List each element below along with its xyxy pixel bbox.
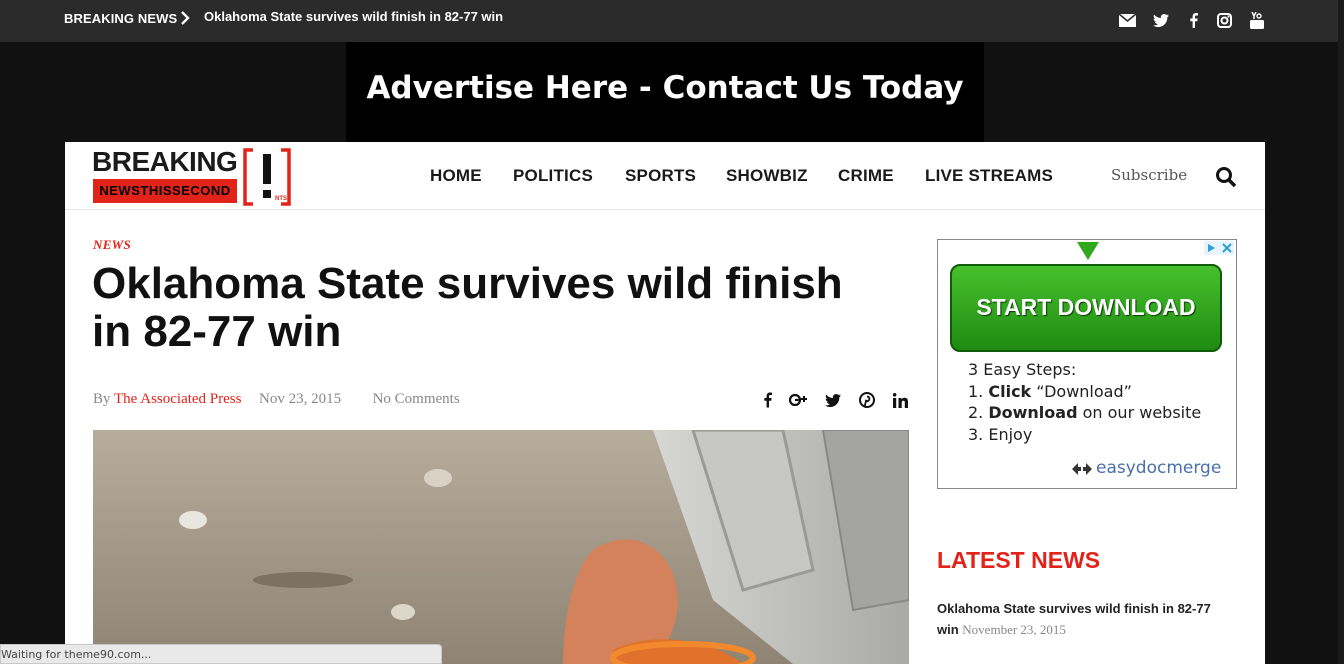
- breaking-news-headline-link[interactable]: Oklahoma State survives wild finish in 8…: [204, 9, 503, 24]
- logo-exclamation-icon: NTS: [243, 148, 297, 211]
- logo-wordmark: BREAKING: [92, 146, 238, 177]
- facebook-icon[interactable]: [1183, 10, 1203, 30]
- browser-status-bar: Waiting for theme90.com...: [0, 644, 442, 664]
- ad-step-2: 2. Download on our website: [968, 403, 1202, 422]
- site-logo[interactable]: BREAKING NEWSTHISSECOND NTS: [92, 146, 297, 206]
- email-icon[interactable]: [1117, 10, 1137, 30]
- nav-showbiz[interactable]: SHOWBIZ: [726, 166, 808, 186]
- start-download-label: START DOWNLOAD: [976, 294, 1196, 320]
- search-icon[interactable]: [1215, 166, 1237, 193]
- ad-choices-icon[interactable]: [1204, 241, 1234, 260]
- subscribe-link[interactable]: Subscribe: [1111, 166, 1187, 184]
- chevron-right-icon: [180, 11, 190, 30]
- status-text: Waiting for theme90.com...: [1, 648, 152, 661]
- latest-news-heading: LATEST NEWS: [937, 547, 1101, 573]
- advertise-banner-text: Advertise Here - Contact Us Today: [366, 70, 964, 106]
- site-header: BREAKING NEWSTHISSECOND NTS HOME POLITIC…: [65, 142, 1265, 210]
- article-date: Nov 23, 2015: [258, 391, 342, 407]
- download-ad[interactable]: START DOWNLOAD 3 Easy Steps: 1. Click “D…: [937, 239, 1237, 489]
- easydocmerge-brand: easydocmerge: [1096, 458, 1222, 478]
- down-arrow-icon: [1077, 242, 1099, 265]
- instagram-icon[interactable]: [1214, 10, 1234, 30]
- article-byline: By The Associated Press Nov 23, 2015 No …: [93, 391, 460, 408]
- ad-steps-title: 3 Easy Steps:: [968, 360, 1077, 379]
- category-label[interactable]: NEWS: [93, 237, 131, 253]
- nav-sports[interactable]: SPORTS: [625, 166, 696, 186]
- article-photo: [93, 430, 909, 664]
- latest-news-date: November 23, 2015: [962, 622, 1066, 637]
- twitter-icon[interactable]: [823, 390, 843, 410]
- article-title: Oklahoma State survives wild finish in 8…: [92, 259, 843, 356]
- main-content-card: BREAKING NEWSTHISSECOND NTS HOME POLITIC…: [65, 142, 1265, 664]
- easydocmerge-logo-icon: [1072, 462, 1092, 480]
- logo-mark-text: NTS: [275, 196, 287, 202]
- pinterest-icon[interactable]: [857, 390, 877, 410]
- byline-prefix: By: [93, 391, 111, 407]
- breaking-news-bar: BREAKING NEWS Oklahoma State survives wi…: [0, 0, 1344, 42]
- nav-politics[interactable]: POLITICS: [513, 166, 593, 186]
- google-plus-icon[interactable]: [788, 390, 808, 410]
- author-link[interactable]: The Associated Press: [114, 391, 241, 407]
- nav-live-streams[interactable]: LIVE STREAMS: [925, 166, 1053, 186]
- ad-step-3: 3. Enjoy: [968, 425, 1033, 444]
- facebook-icon[interactable]: [757, 390, 777, 410]
- comments-link[interactable]: No Comments: [373, 391, 460, 407]
- youtube-icon[interactable]: [1247, 10, 1267, 30]
- latest-news-item[interactable]: Oklahoma State survives wild finish in 8…: [937, 598, 1227, 640]
- twitter-icon[interactable]: [1151, 10, 1171, 30]
- nav-home[interactable]: HOME: [430, 166, 482, 186]
- ad-step-1: 1. Click “Download”: [968, 382, 1132, 401]
- breaking-news-label: BREAKING NEWS: [64, 11, 178, 26]
- linkedin-icon[interactable]: [890, 390, 910, 410]
- advertise-banner[interactable]: Advertise Here - Contact Us Today: [346, 42, 984, 142]
- scrollbar-edge[interactable]: [1338, 0, 1344, 664]
- start-download-button[interactable]: START DOWNLOAD: [950, 264, 1222, 352]
- nav-crime[interactable]: CRIME: [838, 166, 894, 186]
- logo-tagline: NEWSTHISSECOND: [93, 179, 237, 203]
